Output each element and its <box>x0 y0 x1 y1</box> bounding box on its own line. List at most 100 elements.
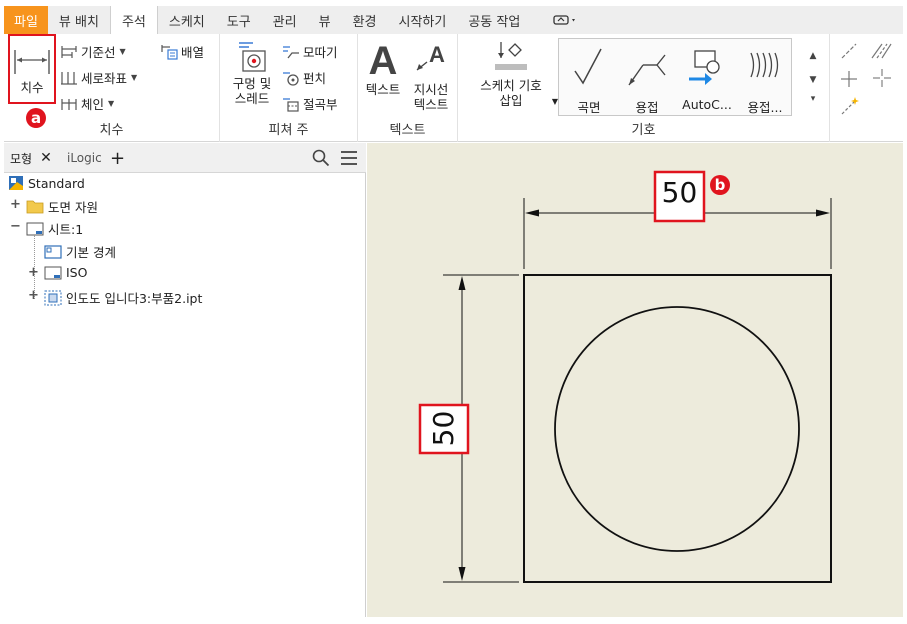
tab-collaborate[interactable]: 공동 작업 <box>457 6 531 34</box>
feature-notes-panel: 구멍 및 스레드 모따기 펀치 절곡부 피쳐 주 <box>220 34 358 142</box>
ribbon-display-dropdown[interactable] <box>531 6 590 34</box>
horizontal-dimension-value[interactable]: 50 <box>657 176 702 209</box>
autocad-block-label: AutoC... <box>682 97 732 112</box>
arrange-button[interactable]: 배열 <box>160 42 204 61</box>
marker-b: b <box>710 175 730 195</box>
inventor-window: 파일 뷰 배치 주석 스케치 도구 관리 뷰 환경 시작하기 공동 작업 치수 … <box>0 0 907 624</box>
text-button-label: 텍스트 <box>365 82 401 97</box>
centerline-icon[interactable] <box>840 42 858 60</box>
expand-icon[interactable]: + <box>28 265 39 280</box>
leader-text-label-2: 텍스트 <box>413 97 449 112</box>
hole-thread-button[interactable]: 구멍 및 스레드 <box>226 40 278 106</box>
scroll-down-icon[interactable]: ▼ <box>806 68 820 92</box>
tab-view[interactable]: 뷰 <box>308 6 342 34</box>
gallery-scroll[interactable]: ▲ ▼ ▾ <box>806 44 820 118</box>
tab-environments[interactable]: 환경 <box>342 6 388 34</box>
hole-thread-label-2: 스레드 <box>234 91 270 106</box>
leader-text-icon: A <box>416 42 445 71</box>
tab-tools[interactable]: 도구 <box>216 6 262 34</box>
close-icon[interactable]: ✕ <box>40 150 52 166</box>
weld-bead-label: 용접... <box>747 100 783 115</box>
weld-label: 용접 <box>635 100 659 115</box>
weld-button[interactable]: 용접 <box>619 45 675 115</box>
tab-sketch[interactable]: 스케치 <box>158 6 216 34</box>
punch-label: 펀치 <box>303 71 327 86</box>
drawing-sheet <box>418 170 832 583</box>
vertical-dimension-value[interactable]: 50 <box>427 406 460 451</box>
title-block-icon <box>44 266 62 279</box>
tab-get-started[interactable]: 시작하기 <box>387 6 457 34</box>
expand-icon[interactable]: + <box>10 197 21 212</box>
tab-model-label: 모형 <box>10 151 33 166</box>
drawing-document-icon <box>9 176 23 190</box>
chevron-down-icon: ▼ <box>119 47 126 56</box>
tab-manage[interactable]: 관리 <box>262 6 308 34</box>
circle-outline[interactable] <box>554 306 800 552</box>
ribbon-tab-bar: 파일 뷰 배치 주석 스케치 도구 관리 뷰 환경 시작하기 공동 작업 <box>4 6 903 34</box>
tree-item-drawing-resources[interactable]: 도면 자원 <box>26 197 98 216</box>
border-icon <box>44 244 62 259</box>
ribbon-display-icon <box>553 15 576 25</box>
weld-bead-button[interactable]: 용접... <box>737 45 793 115</box>
baseline-button[interactable]: 기준선 ▼ <box>60 42 126 61</box>
surface-texture-label: 곡면 <box>577 100 601 115</box>
centered-pattern-icon[interactable] <box>872 68 892 88</box>
tree-item-view[interactable]: 인도도 입니다3:부품2.ipt <box>44 288 202 307</box>
gallery-expand-icon[interactable]: ▾ <box>806 92 820 106</box>
surface-texture-button[interactable]: 곡면 <box>561 45 617 115</box>
tree-item-standard[interactable]: Standard <box>8 175 85 191</box>
tab-annotate[interactable]: 주석 <box>109 6 158 34</box>
tree-item-default-border[interactable]: 기본 경계 <box>44 242 116 261</box>
menu-icon[interactable] <box>340 150 358 166</box>
punch-button[interactable]: 펀치 <box>282 68 326 87</box>
chain-icon <box>61 98 77 110</box>
chamfer-button[interactable]: 모따기 <box>282 42 338 61</box>
center-mark-icon[interactable] <box>840 70 858 88</box>
hole-thread-icon <box>239 42 266 72</box>
chevron-down-icon: ▼ <box>131 73 138 82</box>
autocad-block-icon <box>689 50 720 85</box>
tree-item-label: 시트:1 <box>48 222 84 237</box>
add-tab-icon[interactable]: + <box>110 143 125 173</box>
folder-icon <box>26 200 44 214</box>
text-button[interactable]: A 텍스트 <box>360 40 406 97</box>
text-icon: A <box>368 39 398 83</box>
chevron-down-icon: ▼ <box>108 99 115 108</box>
bend-label: 절곡부 <box>303 97 338 112</box>
collapse-icon[interactable]: − <box>10 219 21 234</box>
insert-sketch-symbol-button[interactable]: 스케치 기호 삽입 ▼ <box>466 40 558 108</box>
sheet-icon <box>26 222 44 235</box>
model-browser: 모형 ✕ iLogic + Standard + 도면 자원 − 시트:1 기본… <box>4 143 366 617</box>
square-outline[interactable] <box>523 274 832 583</box>
bend-button[interactable]: 절곡부 <box>282 94 338 113</box>
chain-button[interactable]: 체인 ▼ <box>60 94 114 113</box>
centerline-bisector-icon[interactable] <box>870 42 892 60</box>
baseline-label: 기준선 <box>81 45 116 60</box>
tab-model[interactable]: 모형 ✕ <box>10 143 52 173</box>
drawing-canvas[interactable]: 50 50 b <box>367 143 903 617</box>
insert-sketch-symbol-label-1: 스케치 기호 <box>480 78 542 93</box>
ordinate-button[interactable]: 세로좌표 ▼ <box>60 68 137 87</box>
weld-bead-icon <box>750 52 779 78</box>
tree-item-iso[interactable]: ISO <box>44 265 87 280</box>
scroll-up-icon[interactable]: ▲ <box>806 44 820 68</box>
leader-text-button[interactable]: A 지시선 텍스트 <box>406 40 456 112</box>
insert-sketch-symbol-label-2: 삽입 <box>499 93 523 108</box>
extra-tools-panel <box>830 34 903 142</box>
sketch-symbol-icon <box>495 42 527 70</box>
tab-file[interactable]: 파일 <box>4 6 48 34</box>
arrange-label: 배열 <box>181 45 205 60</box>
autocad-block-button[interactable]: AutoC... <box>679 45 735 112</box>
feature-notes-panel-title: 피쳐 주 <box>268 123 309 138</box>
browser-tab-bar: 모형 ✕ iLogic + <box>4 143 366 173</box>
tab-place-views[interactable]: 뷰 배치 <box>48 6 110 34</box>
tree-item-label: ISO <box>66 265 88 280</box>
auto-centerline-icon[interactable] <box>840 96 860 116</box>
symbol-gallery: 곡면 용접 AutoC... 용접... <box>558 38 792 116</box>
ordinate-icon <box>61 71 77 85</box>
bend-icon <box>283 97 299 112</box>
expand-icon[interactable]: + <box>28 288 39 303</box>
dimension-panel: 치수 a 기준선 ▼ 세로좌표 ▼ 체인 ▼ 배열 치수 <box>4 34 220 142</box>
search-icon[interactable] <box>312 149 330 167</box>
tab-ilogic[interactable]: iLogic <box>67 143 102 173</box>
